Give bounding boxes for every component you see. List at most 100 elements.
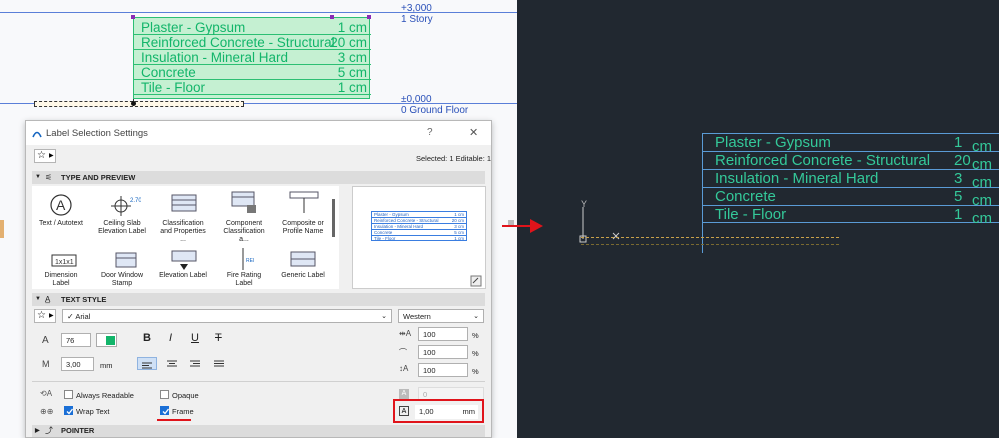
level-bottom-value: ±0,000 <box>401 94 432 105</box>
line-spacing-field[interactable]: 100 <box>418 363 468 377</box>
bold-button[interactable]: B <box>143 332 151 344</box>
char-spacing-field[interactable]: 100 <box>418 345 468 359</box>
dwg-label-row: Concrete 5 cm <box>702 187 999 209</box>
always-readable-checkbox[interactable] <box>64 390 73 399</box>
preview-settings-icon[interactable] <box>470 275 482 287</box>
caret-right-icon: ▶ <box>49 313 54 319</box>
angle-icon: A <box>399 389 409 399</box>
pen-color-swatch[interactable] <box>96 333 117 347</box>
frame-label: Frame <box>172 407 194 416</box>
frame-checkbox[interactable] <box>160 406 170 415</box>
underline-button[interactable]: U <box>191 332 199 344</box>
char-spacing-unit: % <box>472 349 479 358</box>
archicad-logo-icon <box>32 131 42 138</box>
selection-handle[interactable] <box>367 15 371 19</box>
dwg-label-row: Reinforced Concrete - Structural 20 cm <box>702 151 999 173</box>
dwg-label-row: Plaster - Gypsum 1 cm <box>702 133 999 155</box>
always-readable-icon: ⟲A <box>40 389 53 398</box>
anchor-point[interactable] <box>131 101 136 106</box>
wrap-text-checkbox[interactable] <box>64 406 74 415</box>
svg-text:A: A <box>56 197 66 213</box>
text-autotext-icon: A <box>50 194 72 216</box>
ceiling-slab-elevation-icon: 2.70 <box>111 196 141 216</box>
align-left-button[interactable] <box>137 357 157 370</box>
font-favorites-button[interactable]: ☆ ▶ <box>34 309 56 323</box>
width-factor-icon: ⇹A <box>399 329 412 338</box>
dwg-frame-left <box>702 133 703 253</box>
align-center-button[interactable] <box>163 358 181 369</box>
preview-frame: Plaster - Gypsum 1 cm Reinforced Concrete… <box>371 211 467 241</box>
preview-section-icon: ⚟ <box>45 173 53 182</box>
gallery-item-text-autotext[interactable]: Text / Autotext <box>35 220 87 228</box>
level-top-name: 1 Story <box>401 14 433 25</box>
gallery-item-composite-profile[interactable]: Composite or Profile Name <box>277 220 329 236</box>
collapse-arrow-icon: ▼ <box>35 296 41 302</box>
wrap-text-icon: ⊕⊕ <box>40 407 54 416</box>
help-button[interactable]: ? <box>427 127 433 138</box>
gallery-item-door-window-stamp[interactable]: Door Window Stamp <box>96 272 148 288</box>
level-line-1-story <box>0 12 517 13</box>
opaque-checkbox[interactable] <box>160 390 169 399</box>
divider <box>32 381 485 382</box>
align-justify-button[interactable] <box>210 358 228 369</box>
width-factor-unit: % <box>472 331 479 340</box>
label-type-gallery[interactable]: A Text / Autotext 2.70 Ceiling Slab Elev… <box>32 186 339 289</box>
pen-icon: A <box>42 335 49 346</box>
slab-element[interactable] <box>34 101 244 107</box>
close-button[interactable]: ✕ <box>469 126 478 139</box>
label-selection-settings-dialog: Label Selection Settings ? ✕ ☆ ▶ Selected… <box>25 120 492 438</box>
strikethrough-button[interactable]: T <box>215 332 222 344</box>
selection-handle[interactable] <box>131 15 135 19</box>
line-spacing-icon: ↕A <box>399 364 409 373</box>
gallery-item-elevation-label[interactable]: Elevation Label <box>157 272 209 280</box>
section-pointer[interactable]: ▶ ⤴ POINTER <box>32 425 485 437</box>
elevation-label-icon <box>171 250 197 270</box>
composite-profile-name-icon <box>289 191 319 213</box>
opaque-label: Opaque <box>172 391 199 400</box>
script-select[interactable]: Western ⌄ <box>398 309 484 323</box>
section-text-style[interactable]: ▼ A̲ TEXT STYLE <box>32 293 485 306</box>
dimension-label-icon: 1x1x1 <box>51 254 77 267</box>
check-icon: ✓ <box>67 312 74 321</box>
arrow-right-icon <box>502 219 543 233</box>
gallery-item-ceiling-slab[interactable]: Ceiling Slab Elevation Label <box>96 220 148 236</box>
fire-rating-label-icon: REI <box>242 248 254 270</box>
text-height-unit: mm <box>100 361 113 370</box>
selection-handle[interactable] <box>330 15 334 19</box>
gallery-item-fire-rating-label[interactable]: Fire Rating Label <box>218 272 270 288</box>
always-readable-label: Always Readable <box>76 391 134 400</box>
label-preview: Plaster - Gypsum 1 cm Reinforced Concrete… <box>352 186 486 289</box>
caret-right-icon: ▶ <box>49 153 54 159</box>
side-marker <box>0 220 4 238</box>
gallery-item-generic-label[interactable]: Generic Label <box>277 272 329 280</box>
chevron-down-icon: ⌄ <box>381 313 387 320</box>
chevron-down-icon: ⌄ <box>473 313 479 320</box>
section-type-and-preview[interactable]: ▼ ⚟ TYPE AND PREVIEW <box>32 171 485 184</box>
pen-number-field[interactable]: 76 <box>61 333 91 347</box>
dwg-label-row: Insulation - Mineral Hard 3 cm <box>702 169 999 191</box>
gallery-scrollbar[interactable] <box>332 199 335 237</box>
svg-text:1x1x1: 1x1x1 <box>55 259 74 266</box>
label-row: Tile - Floor 1 cm <box>134 80 371 95</box>
text-height-icon: M <box>42 359 50 369</box>
dialog-title: Label Selection Settings <box>46 128 148 139</box>
dialog-titlebar[interactable]: Label Selection Settings ? ✕ <box>26 121 491 145</box>
dwg-export-view: Plaster - Gypsum 1 cm Reinforced Concrete … <box>517 0 999 438</box>
gallery-item-dimension-label[interactable]: Dimension Label <box>35 272 87 288</box>
label-row: Reinforced Concrete - Structural 20 cm <box>134 35 371 50</box>
font-select[interactable]: ✓ Arial ⌄ <box>62 309 392 323</box>
svg-text:2.70: 2.70 <box>130 198 141 204</box>
italic-button[interactable]: I <box>169 332 172 344</box>
width-factor-field[interactable]: 100 <box>418 327 468 341</box>
char-spacing-icon: ⌒ <box>399 348 407 357</box>
label-row: Insulation - Mineral Hard 3 cm <box>134 50 371 65</box>
gallery-item-component-classification[interactable]: Component Classification a... <box>218 220 270 244</box>
selected-label[interactable]: Plaster - Gypsum 1 cm Reinforced Concrete… <box>131 15 371 99</box>
collapse-arrow-icon: ▼ <box>35 174 41 180</box>
gallery-item-classification-properties[interactable]: Classification and Properties ... <box>157 220 209 244</box>
frame-offset-field[interactable]: 1,00 mm <box>415 405 478 419</box>
favorites-button[interactable]: ☆ ▶ <box>34 149 56 163</box>
align-right-button[interactable] <box>186 358 204 369</box>
text-height-field[interactable]: 3,00 <box>61 357 94 371</box>
star-icon: ☆ <box>37 310 46 321</box>
